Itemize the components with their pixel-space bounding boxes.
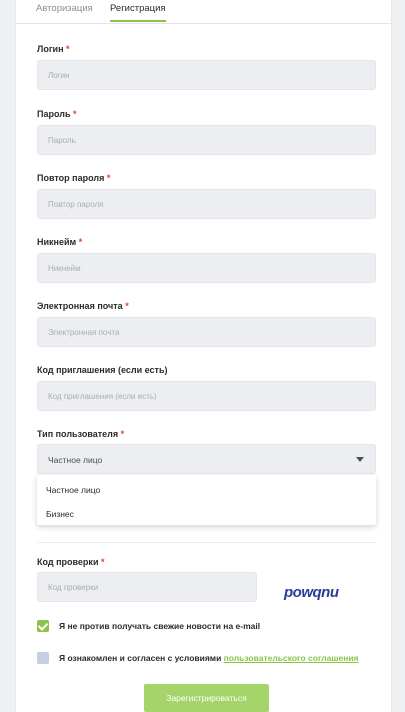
password-repeat-input[interactable] (37, 189, 376, 219)
password-repeat-label: Повтор пароля * (37, 173, 111, 183)
invite-code-label: Код приглашения (если есть) (37, 365, 168, 375)
register-button[interactable]: Зарегистрироваться (144, 684, 269, 712)
user-type-label: Тип пользователя * (37, 429, 125, 439)
password-input[interactable] (37, 125, 376, 155)
email-label: Электронная почта * (37, 301, 129, 311)
login-label: Логин * (37, 44, 70, 54)
password-label: Пароль * (37, 109, 77, 119)
captcha-image: powqnu (284, 584, 339, 601)
tab-authorization[interactable]: Авторизация (36, 3, 93, 14)
chevron-down-icon (356, 457, 364, 462)
email-input[interactable] (37, 317, 376, 347)
divider (37, 542, 376, 543)
tab-registration[interactable]: Регистрация (110, 3, 166, 14)
auth-tabs: Авторизация Регистрация (16, 0, 391, 24)
terms-label: Я ознакомлен и согласен с условиями поль… (59, 653, 359, 663)
user-type-select[interactable]: Частное лицо (37, 444, 376, 474)
user-type-selected-value: Частное лицо (48, 455, 103, 465)
user-agreement-link[interactable]: пользовательского соглашения (224, 653, 359, 663)
user-type-option-business[interactable]: Бизнес (46, 509, 74, 519)
invite-code-input[interactable] (37, 381, 376, 411)
checkmark-icon (37, 620, 49, 631)
active-tab-indicator (110, 20, 166, 22)
newsletter-label: Я не против получать свежие новости на e… (59, 621, 261, 631)
verification-code-input[interactable] (37, 572, 257, 602)
nickname-input[interactable] (37, 253, 376, 283)
user-type-option-private[interactable]: Частное лицо (46, 485, 100, 495)
terms-checkbox[interactable] (37, 652, 49, 664)
login-input[interactable] (37, 60, 376, 90)
newsletter-checkbox[interactable] (37, 620, 49, 632)
registration-card: Авторизация Регистрация Логин * Пароль *… (15, 0, 392, 712)
user-type-dropdown: Частное лицо Бизнес (37, 475, 376, 525)
nickname-label: Никнейм * (37, 237, 83, 247)
verification-code-label: Код проверки * (37, 557, 105, 567)
